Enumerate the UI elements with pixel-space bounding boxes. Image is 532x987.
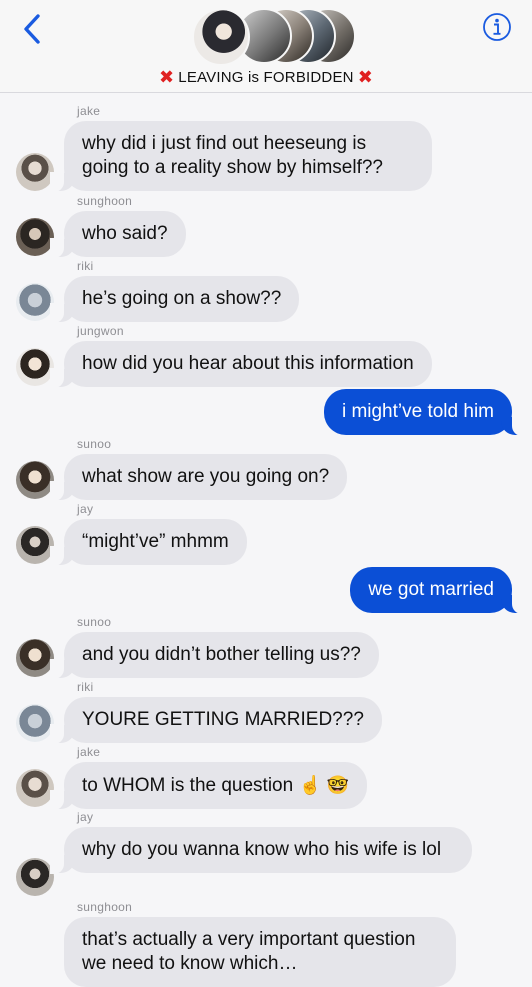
sender-name: jake xyxy=(77,745,101,759)
sender-name: riki xyxy=(77,259,94,273)
message-bubble[interactable]: and you didn’t bother telling us?? xyxy=(50,632,379,679)
message-bubble[interactable]: to WHOM is the question ☝️ 🤓 xyxy=(49,762,368,810)
message-bubble-outgoing[interactable]: i might’ve told him xyxy=(323,389,527,436)
group-avatars[interactable] xyxy=(192,8,362,66)
avatar[interactable] xyxy=(16,218,54,256)
sender-name: jay xyxy=(77,810,94,824)
message-bubble[interactable]: why do you wanna know who his wife is lo… xyxy=(50,827,472,874)
avatar[interactable] xyxy=(16,858,54,896)
group-title-text: LEAVING is FORBIDDEN xyxy=(178,69,354,86)
message-bubble[interactable]: YOURE GETTING MARRIED??? xyxy=(50,697,382,744)
avatar[interactable] xyxy=(16,348,54,386)
avatar[interactable] xyxy=(16,461,54,499)
sender-name: sunoo xyxy=(77,437,112,451)
message-bubble[interactable]: who said? xyxy=(50,211,186,258)
sender-name: sunoo xyxy=(77,615,112,629)
message-bubble[interactable]: “might’ve” mhmm xyxy=(50,519,247,566)
message-bubble[interactable]: how did you hear about this information xyxy=(50,341,432,388)
sender-name: riki xyxy=(77,680,94,694)
avatar[interactable] xyxy=(16,153,54,191)
avatar[interactable] xyxy=(16,639,54,677)
message-bubble-outgoing[interactable]: we got married xyxy=(350,567,526,614)
sender-name: jay xyxy=(77,502,94,516)
red-x-icon: ✖ xyxy=(158,67,175,87)
message-bubble[interactable]: what show are you going on? xyxy=(49,454,348,501)
message-bubble[interactable]: that’s actually a very important questio… xyxy=(64,917,456,987)
avatar[interactable] xyxy=(16,769,54,807)
message-feed[interactable]: jake why did i just find out heeseung is… xyxy=(0,92,532,987)
sender-name: jungwon xyxy=(77,324,124,338)
group-avatar xyxy=(192,8,250,66)
sender-name: sunghoon xyxy=(77,194,133,208)
message-bubble[interactable]: he’s going on a show?? xyxy=(49,276,300,323)
chat-header: ✖ LEAVING is FORBIDDEN ✖ xyxy=(0,0,532,93)
info-icon[interactable] xyxy=(482,12,512,42)
avatar[interactable] xyxy=(16,704,54,742)
chevron-left-icon[interactable] xyxy=(18,12,48,46)
message-bubble[interactable]: why did i just find out heeseung is goin… xyxy=(50,121,432,192)
message-text: to WHOM is the question xyxy=(82,775,294,796)
red-x-icon: ✖ xyxy=(357,67,373,87)
sender-name: jake xyxy=(77,104,101,118)
sender-name: sunghoon xyxy=(77,900,133,914)
pointing-up-nerd-face-emoji-icon: ☝️ 🤓 xyxy=(299,775,350,795)
avatar[interactable] xyxy=(16,526,54,564)
group-title[interactable]: ✖ LEAVING is FORBIDDEN ✖ xyxy=(0,67,532,88)
avatar[interactable] xyxy=(16,283,54,321)
